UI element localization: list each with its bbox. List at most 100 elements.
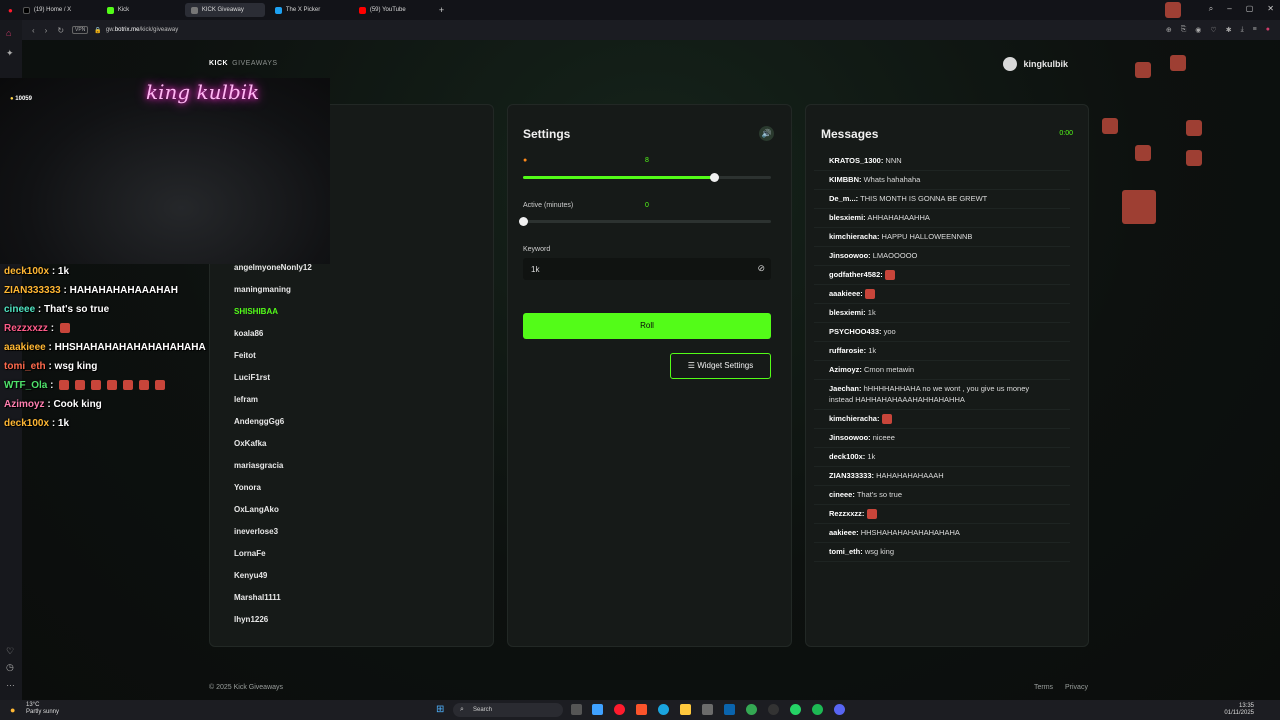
- task-view-icon[interactable]: [571, 704, 582, 715]
- maximize-icon[interactable]: ▢: [1246, 4, 1254, 14]
- tab-youtube[interactable]: (59) YouTube: [353, 3, 433, 17]
- chat-user: cineee: [4, 304, 36, 315]
- favorites-icon[interactable]: ♡: [6, 646, 16, 656]
- message-item: blesxiemi: AHHAHAHAAHHA: [814, 209, 1070, 228]
- widget-settings-button[interactable]: ☰ Widget Settings: [670, 353, 771, 379]
- reload-icon[interactable]: ↻: [57, 26, 64, 35]
- close-icon[interactable]: ✕: [1267, 4, 1274, 14]
- message-item: Jinsoowoo: niceee: [814, 429, 1070, 449]
- chat-text: : Cook king: [47, 399, 102, 410]
- eye-off-icon[interactable]: ⊘: [757, 263, 765, 274]
- site-logo[interactable]: KICK GIVEAWAYS: [209, 60, 278, 67]
- file-explorer-icon[interactable]: [680, 704, 691, 715]
- emote-icon: [91, 380, 102, 391]
- history-icon[interactable]: ◷: [6, 662, 16, 672]
- participant-name: lefram: [234, 395, 259, 404]
- message-text: HAHAHAHAHAAAH: [876, 471, 944, 481]
- sound-toggle-icon[interactable]: 🔊: [759, 126, 774, 141]
- emote-icon: [884, 270, 895, 281]
- message-text: 1k: [867, 308, 876, 318]
- message-user: KRATOS_1300:: [829, 156, 884, 165]
- windows-start-icon[interactable]: ⊞: [436, 704, 444, 715]
- message-user: Jaechan:: [829, 384, 862, 394]
- home-icon[interactable]: ⌂: [6, 28, 16, 38]
- chat-user: deck100x: [4, 266, 50, 277]
- obs-icon[interactable]: [768, 704, 779, 715]
- discord-icon[interactable]: [834, 704, 845, 715]
- message-item: blesxiemi: 1k: [814, 304, 1070, 324]
- tab-kick[interactable]: Kick: [101, 3, 181, 17]
- x-picker-icon: [274, 6, 282, 14]
- url-field[interactable]: gw.botrix.me/kick/giveaway: [106, 27, 178, 33]
- participant-name: Marshal1111: [234, 593, 281, 602]
- message-text: yoo: [883, 327, 896, 337]
- weather-widget[interactable]: 13°C Partly sunny: [26, 702, 59, 716]
- store-icon[interactable]: [702, 704, 713, 715]
- new-tab-icon[interactable]: +: [439, 5, 444, 15]
- message-user: De_m...:: [829, 194, 859, 203]
- address-bar: ‹ › ↻ VPN 🔒 gw.botrix.me/kick/giveaway ⊕…: [22, 20, 1280, 40]
- youtube-icon: [358, 6, 366, 14]
- outlook-icon[interactable]: [724, 704, 735, 715]
- menu-icon[interactable]: ≡: [1253, 26, 1257, 34]
- entries-slider[interactable]: [523, 173, 771, 182]
- floating-emote: [1170, 55, 1186, 71]
- terms-link[interactable]: Terms: [1034, 684, 1053, 691]
- more-icon[interactable]: …: [6, 678, 16, 688]
- chat-user: deck100x: [4, 418, 50, 429]
- search-icon: ⌕: [460, 706, 464, 713]
- message-item: KRATOS_1300: NNN: [814, 152, 1070, 171]
- speed-dial-icon[interactable]: ✦: [6, 48, 16, 58]
- bookmark-icon[interactable]: ♡: [1210, 26, 1216, 34]
- zoom-icon[interactable]: ⊕: [1166, 26, 1172, 34]
- profile-icon[interactable]: ●: [1266, 26, 1270, 34]
- message-text: HHSHAHAHAHAHAHAHAHA: [860, 528, 960, 538]
- message-text: Cmon metawin: [864, 365, 915, 375]
- chat-user: WTF_Ola: [4, 380, 48, 391]
- opera-icon[interactable]: [614, 704, 625, 715]
- slider-handle[interactable]: [519, 217, 528, 226]
- emote-icon: [139, 380, 150, 391]
- settings-title: Settings: [523, 127, 571, 141]
- extensions-icon[interactable]: ✱: [1226, 26, 1232, 34]
- chat-user: aaakieee: [4, 342, 46, 353]
- messages-title: Messages: [821, 127, 879, 141]
- roll-button[interactable]: Roll: [523, 313, 771, 339]
- download-icon[interactable]: ⤓: [1241, 26, 1244, 34]
- opera-logo-icon[interactable]: ●: [8, 6, 13, 15]
- brave-icon[interactable]: [636, 704, 647, 715]
- minimize-icon[interactable]: –: [1227, 4, 1231, 14]
- floating-emote: [1135, 62, 1151, 78]
- back-icon[interactable]: ‹: [32, 26, 35, 35]
- message-item: Rezzxxzz:: [814, 505, 1070, 525]
- vpn-badge[interactable]: VPN: [72, 26, 89, 34]
- privacy-link[interactable]: Privacy: [1065, 684, 1088, 691]
- slider-handle[interactable]: [709, 173, 719, 182]
- forward-icon[interactable]: ›: [45, 26, 48, 35]
- floating-emote: [1165, 2, 1181, 18]
- chrome-icon[interactable]: [746, 704, 757, 715]
- message-item: aaakieee:: [814, 285, 1070, 305]
- edge-icon[interactable]: [658, 704, 669, 715]
- share-icon[interactable]: ⎘: [1181, 26, 1187, 34]
- whatsapp-icon[interactable]: [790, 704, 801, 715]
- tab-x-picker[interactable]: The X Picker: [269, 3, 349, 17]
- tab-x-home[interactable]: (19) Home / X: [17, 3, 97, 17]
- chat-text: : HHSHAHAHAHAHAHAHAHAHA: [48, 342, 206, 353]
- active-minutes-slider[interactable]: [519, 217, 771, 226]
- clock[interactable]: 13:35 01/11/2025: [1224, 703, 1254, 717]
- chat-line: cineee : That's so true: [4, 304, 206, 323]
- copilot-icon[interactable]: [592, 704, 603, 715]
- search-tabs-icon[interactable]: ⌕: [1209, 4, 1213, 14]
- user-menu[interactable]: kingkulbik: [1003, 57, 1068, 71]
- chat-line: ZIAN333333 : HAHAHAHAHAAAHAH: [4, 285, 206, 304]
- spotify-icon[interactable]: [812, 704, 823, 715]
- tab-kick-giveaway[interactable]: KICK Giveaway: [184, 3, 265, 17]
- participant-name: ineverlose3: [234, 527, 279, 536]
- message-item: cineee: That's so true: [814, 486, 1070, 506]
- camera-icon[interactable]: ◉: [1195, 26, 1201, 34]
- keyword-input[interactable]: 1k ⊘: [523, 258, 771, 280]
- chat-line: aaakieee : HHSHAHAHAHAHAHAHAHAHA: [4, 342, 206, 361]
- floating-emote: [1135, 145, 1151, 161]
- taskbar-search[interactable]: ⌕ Search: [453, 703, 563, 717]
